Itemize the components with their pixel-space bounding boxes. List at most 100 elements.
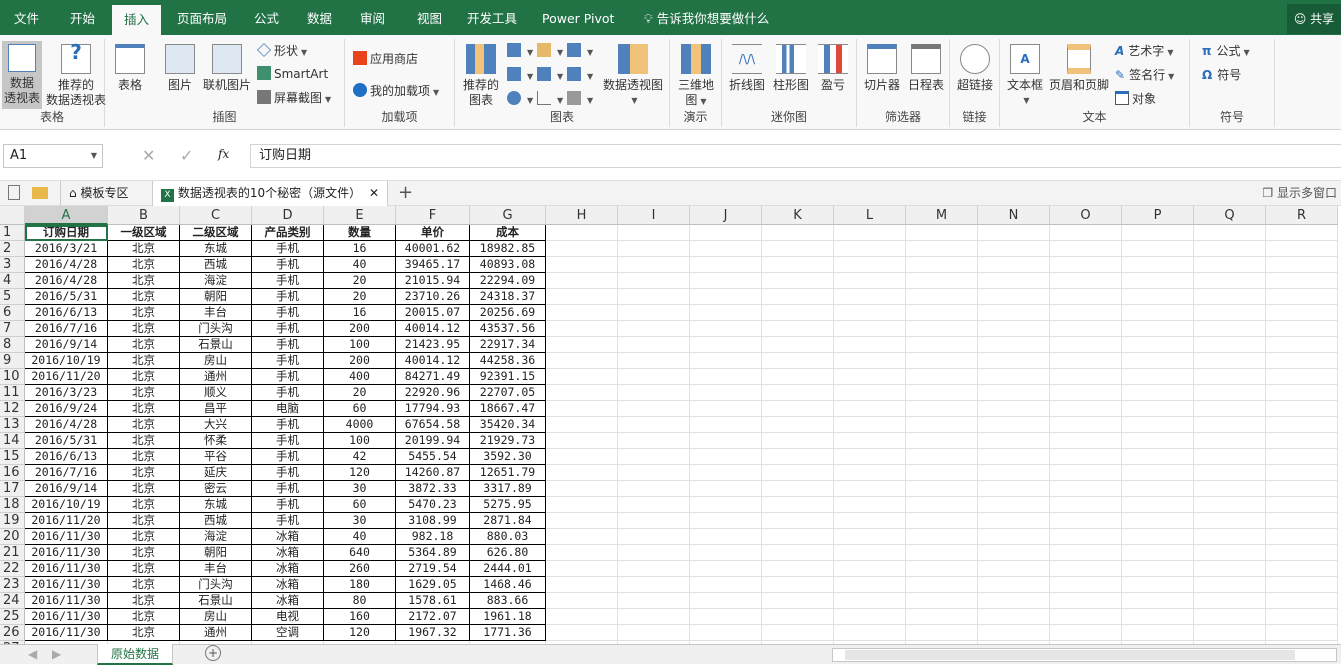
cell[interactable]: 2016/11/30 bbox=[25, 593, 108, 609]
cell[interactable]: 2016/4/28 bbox=[25, 273, 108, 289]
empty-cell[interactable] bbox=[618, 417, 690, 433]
cell[interactable]: 21929.73 bbox=[470, 433, 546, 449]
empty-cell[interactable] bbox=[690, 369, 762, 385]
empty-cell[interactable] bbox=[834, 465, 906, 481]
empty-cell[interactable] bbox=[834, 561, 906, 577]
cell[interactable]: 电视 bbox=[252, 609, 324, 625]
cell[interactable]: 160 bbox=[324, 609, 396, 625]
cell[interactable]: 2016/5/31 bbox=[25, 289, 108, 305]
empty-cell[interactable] bbox=[1194, 545, 1266, 561]
empty-cell[interactable] bbox=[906, 433, 978, 449]
empty-cell[interactable] bbox=[834, 529, 906, 545]
column-header[interactable]: H bbox=[546, 206, 618, 225]
empty-cell[interactable] bbox=[978, 481, 1050, 497]
insert-function-icon[interactable]: fx bbox=[218, 147, 229, 161]
slicer-button[interactable]: 切片器 bbox=[861, 41, 903, 93]
cell[interactable]: 42 bbox=[324, 449, 396, 465]
signature-line-button[interactable]: ✎ 签名行 ▼ bbox=[1115, 65, 1174, 85]
cell[interactable]: 2016/6/13 bbox=[25, 449, 108, 465]
empty-cell[interactable] bbox=[834, 625, 906, 641]
cell[interactable]: 21423.95 bbox=[396, 337, 470, 353]
row-header[interactable]: 2 bbox=[0, 241, 25, 257]
cell[interactable]: 北京 bbox=[108, 561, 180, 577]
empty-cell[interactable] bbox=[1050, 417, 1122, 433]
empty-cell[interactable] bbox=[1122, 225, 1194, 241]
cell[interactable]: 手机 bbox=[252, 433, 324, 449]
cell[interactable]: 180 bbox=[324, 577, 396, 593]
cell[interactable]: 冰箱 bbox=[252, 529, 324, 545]
empty-cell[interactable] bbox=[834, 577, 906, 593]
empty-cell[interactable] bbox=[546, 513, 618, 529]
ribbon-tab[interactable]: 文件 bbox=[2, 0, 51, 35]
cell[interactable]: 23710.26 bbox=[396, 289, 470, 305]
ribbon-tab[interactable]: 审阅 bbox=[348, 0, 397, 35]
header-cell[interactable]: 一级区域 bbox=[108, 225, 180, 241]
cell[interactable]: 大兴 bbox=[180, 417, 252, 433]
empty-cell[interactable] bbox=[834, 513, 906, 529]
cell[interactable]: 20 bbox=[324, 273, 396, 289]
empty-cell[interactable] bbox=[906, 289, 978, 305]
empty-cell[interactable] bbox=[1266, 289, 1338, 305]
empty-cell[interactable] bbox=[906, 257, 978, 273]
empty-cell[interactable] bbox=[1050, 385, 1122, 401]
cell[interactable]: 手机 bbox=[252, 273, 324, 289]
empty-cell[interactable] bbox=[690, 417, 762, 433]
empty-cell[interactable] bbox=[690, 561, 762, 577]
cell[interactable]: 东城 bbox=[180, 497, 252, 513]
empty-cell[interactable] bbox=[906, 513, 978, 529]
empty-cell[interactable] bbox=[1194, 289, 1266, 305]
cell[interactable]: 883.66 bbox=[470, 593, 546, 609]
cell[interactable]: 1967.32 bbox=[396, 625, 470, 641]
cell[interactable]: 2719.54 bbox=[396, 561, 470, 577]
cell[interactable]: 2016/11/30 bbox=[25, 561, 108, 577]
header-cell[interactable]: 数量 bbox=[324, 225, 396, 241]
cell[interactable]: 100 bbox=[324, 433, 396, 449]
empty-cell[interactable] bbox=[690, 497, 762, 513]
empty-cell[interactable] bbox=[762, 609, 834, 625]
empty-cell[interactable] bbox=[690, 577, 762, 593]
column-header[interactable]: M bbox=[906, 206, 978, 225]
header-cell[interactable]: 成本 bbox=[470, 225, 546, 241]
cell[interactable]: 24318.37 bbox=[470, 289, 546, 305]
empty-cell[interactable] bbox=[1050, 369, 1122, 385]
cell[interactable]: 30 bbox=[324, 513, 396, 529]
cell[interactable]: 冰箱 bbox=[252, 545, 324, 561]
cell[interactable]: 2016/11/30 bbox=[25, 625, 108, 641]
cell[interactable]: 西城 bbox=[180, 257, 252, 273]
cell[interactable]: 2016/11/30 bbox=[25, 545, 108, 561]
empty-cell[interactable] bbox=[546, 529, 618, 545]
cell[interactable]: 3592.30 bbox=[470, 449, 546, 465]
empty-cell[interactable] bbox=[762, 433, 834, 449]
column-header[interactable]: I bbox=[618, 206, 690, 225]
empty-cell[interactable] bbox=[618, 369, 690, 385]
column-header[interactable]: R bbox=[1266, 206, 1338, 225]
cell[interactable]: 22707.05 bbox=[470, 385, 546, 401]
empty-cell[interactable] bbox=[834, 417, 906, 433]
cell[interactable]: 22917.34 bbox=[470, 337, 546, 353]
empty-cell[interactable] bbox=[1194, 273, 1266, 289]
cell[interactable]: 手机 bbox=[252, 353, 324, 369]
empty-cell[interactable] bbox=[1194, 449, 1266, 465]
empty-cell[interactable] bbox=[690, 545, 762, 561]
empty-cell[interactable] bbox=[1194, 481, 1266, 497]
empty-cell[interactable] bbox=[1122, 241, 1194, 257]
cell[interactable]: 延庆 bbox=[180, 465, 252, 481]
row-header[interactable]: 19 bbox=[0, 513, 25, 529]
cell[interactable]: 1468.46 bbox=[470, 577, 546, 593]
empty-cell[interactable] bbox=[618, 305, 690, 321]
cell[interactable]: 西城 bbox=[180, 513, 252, 529]
empty-cell[interactable] bbox=[906, 225, 978, 241]
cell[interactable]: 北京 bbox=[108, 257, 180, 273]
empty-cell[interactable] bbox=[978, 401, 1050, 417]
cell[interactable]: 80 bbox=[324, 593, 396, 609]
shapes-button[interactable]: 形状 ▼ bbox=[257, 41, 307, 61]
empty-cell[interactable] bbox=[978, 273, 1050, 289]
empty-cell[interactable] bbox=[1266, 529, 1338, 545]
empty-cell[interactable] bbox=[618, 321, 690, 337]
add-tab-icon[interactable]: + bbox=[398, 182, 413, 203]
empty-cell[interactable] bbox=[618, 385, 690, 401]
empty-cell[interactable] bbox=[690, 481, 762, 497]
empty-cell[interactable] bbox=[906, 337, 978, 353]
empty-cell[interactable] bbox=[1266, 625, 1338, 641]
cell[interactable]: 东城 bbox=[180, 241, 252, 257]
